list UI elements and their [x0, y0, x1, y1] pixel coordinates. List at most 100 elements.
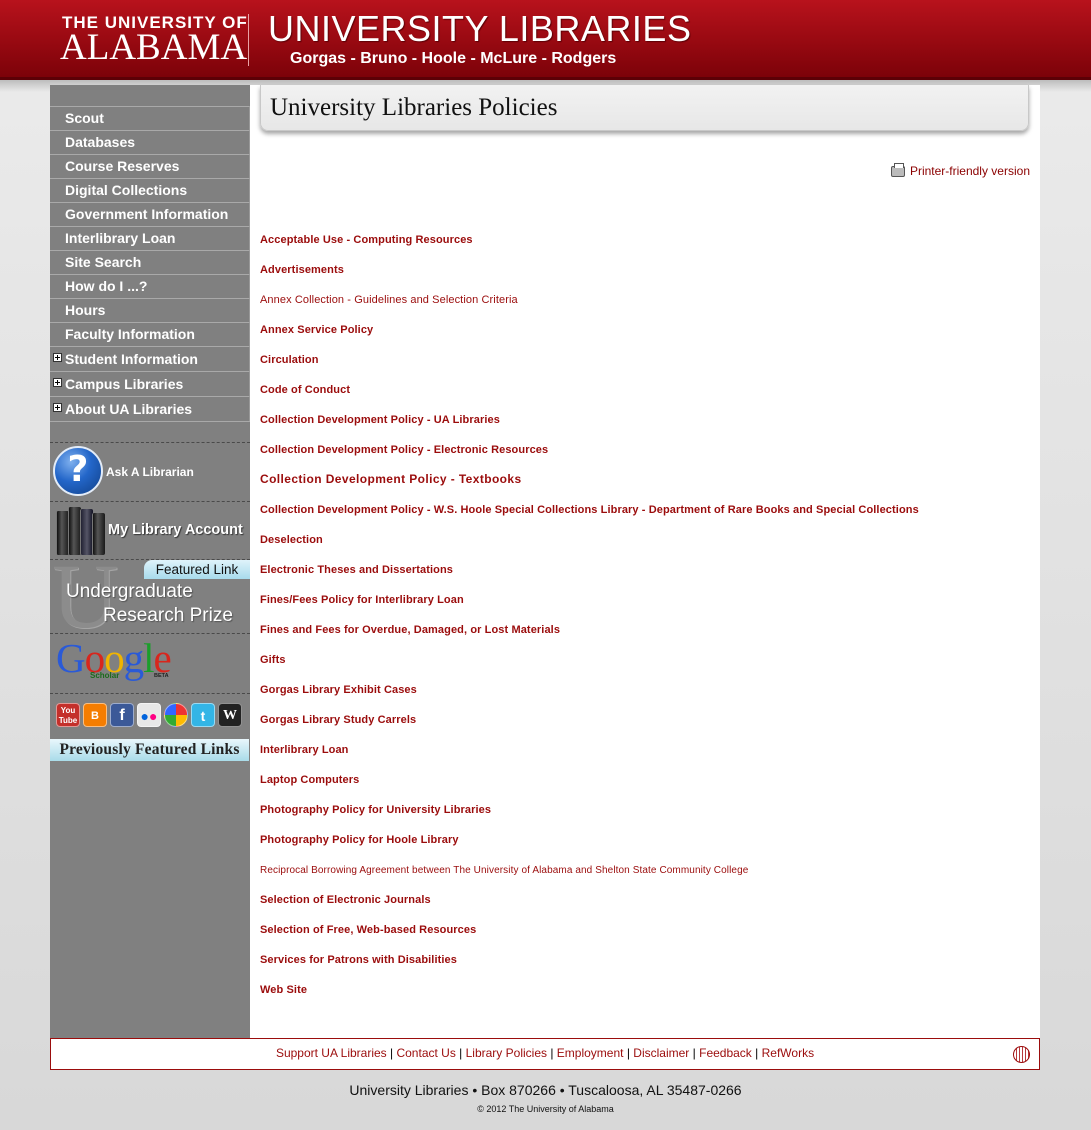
policy-link[interactable]: Fines/Fees Policy for Interlibrary Loan	[260, 594, 464, 606]
policy-link[interactable]: Acceptable Use - Computing Resources	[260, 234, 473, 246]
ask-a-librarian-link[interactable]: ? Ask A Librarian	[50, 442, 250, 502]
policy-link[interactable]: Code of Conduct	[260, 384, 350, 396]
policy-link[interactable]: Deselection	[260, 534, 323, 546]
wordpress-icon[interactable]: W	[218, 703, 242, 727]
facebook-icon[interactable]: f	[110, 703, 134, 727]
list-item: Code of Conduct	[260, 380, 1030, 410]
policy-link[interactable]: Gorgas Library Study Carrels	[260, 714, 416, 726]
policy-link[interactable]: Electronic Theses and Dissertations	[260, 564, 453, 576]
list-item: Web Site	[260, 980, 1030, 1010]
sidebar-item-scout[interactable]: Scout	[50, 106, 250, 130]
footer-link-policies[interactable]: Library Policies	[466, 1046, 547, 1060]
picasa-icon[interactable]	[164, 703, 188, 727]
policy-link[interactable]: Interlibrary Loan	[260, 744, 349, 756]
policy-link[interactable]: Annex Collection - Guidelines and Select…	[260, 294, 518, 306]
policy-link[interactable]: Circulation	[260, 354, 319, 366]
sidebar-item-label: Government Information	[65, 206, 229, 222]
policy-link[interactable]: Web Site	[260, 984, 307, 996]
list-item: Gorgas Library Exhibit Cases	[260, 680, 1030, 710]
printer-icon	[890, 163, 905, 177]
sidebar-item-label: Faculty Information	[65, 326, 195, 342]
footer-address: University Libraries • Box 870266 • Tusc…	[349, 1082, 742, 1098]
policy-link[interactable]: Advertisements	[260, 264, 344, 276]
sidebar: Scout Databases Course Reserves Digital …	[50, 85, 250, 1038]
flickr-icon[interactable]: ●●	[137, 703, 161, 727]
policy-link[interactable]: Laptop Computers	[260, 774, 359, 786]
footer-link-disclaimer[interactable]: Disclaimer	[633, 1046, 689, 1060]
sidebar-item-label: Campus Libraries	[65, 376, 184, 392]
policy-link[interactable]: Selection of Free, Web-based Resources	[260, 924, 476, 936]
google-beta-label: BETA	[154, 673, 169, 679]
policy-link[interactable]: Selection of Electronic Journals	[260, 894, 431, 906]
footer-links-bar: Support UA Libraries | Contact Us | Libr…	[50, 1038, 1040, 1070]
sidebar-item-label: Site Search	[65, 254, 142, 270]
sidebar-item-site-search[interactable]: Site Search	[50, 250, 250, 274]
list-item: Deselection	[260, 530, 1030, 560]
sidebar-item-databases[interactable]: Databases	[50, 130, 250, 154]
list-item: Circulation	[260, 350, 1030, 380]
sidebar-item-government-information[interactable]: Government Information	[50, 202, 250, 226]
sidebar-item-campus-libraries[interactable]: Campus Libraries	[50, 371, 250, 396]
expand-plus-icon[interactable]	[53, 378, 62, 387]
google-scholar-link[interactable]: Google Scholar BETA	[50, 633, 250, 693]
list-item: Annex Service Policy	[260, 320, 1030, 350]
list-item: Collection Development Policy - UA Libra…	[260, 410, 1030, 440]
sidebar-item-student-information[interactable]: Student Information	[50, 346, 250, 371]
footer-link-contact[interactable]: Contact Us	[396, 1046, 455, 1060]
libraries-title[interactable]: UNIVERSITY LIBRARIES	[268, 9, 691, 49]
list-item: Interlibrary Loan	[260, 740, 1030, 770]
policy-link[interactable]: Gifts	[260, 654, 286, 666]
featured-link-banner[interactable]: U Featured Link Undergraduate Research P…	[50, 559, 250, 633]
list-item: Gifts	[260, 650, 1030, 680]
university-seal-icon[interactable]	[1013, 1046, 1030, 1063]
ask-a-librarian-label: Ask A Librarian	[106, 465, 194, 479]
policy-link[interactable]: Collection Development Policy - Textbook…	[260, 472, 522, 486]
policy-link[interactable]: Collection Development Policy - W.S. Hoo…	[260, 504, 919, 516]
list-item: Collection Development Policy - W.S. Hoo…	[260, 500, 1030, 530]
previously-featured-links[interactable]: Previously Featured Links	[50, 739, 249, 761]
sidebar-item-hours[interactable]: Hours	[50, 298, 250, 322]
my-library-account-link[interactable]: My Library Account	[50, 501, 250, 559]
sidebar-item-digital-collections[interactable]: Digital Collections	[50, 178, 250, 202]
social-media-links: You Tube B f ●● t W	[50, 693, 250, 738]
footer-link-support[interactable]: Support UA Libraries	[276, 1046, 387, 1060]
sidebar-item-course-reserves[interactable]: Course Reserves	[50, 154, 250, 178]
expand-plus-icon[interactable]	[53, 353, 62, 362]
featured-title-line2: Research Prize	[103, 605, 233, 626]
expand-plus-icon[interactable]	[53, 403, 62, 412]
twitter-icon[interactable]: t	[191, 703, 215, 727]
question-mark-icon: ?	[53, 446, 103, 496]
footer-link-employment[interactable]: Employment	[557, 1046, 624, 1060]
sidebar-item-about-ua-libraries[interactable]: About UA Libraries	[50, 396, 250, 421]
footer-links: Support UA Libraries | Contact Us | Libr…	[275, 1046, 815, 1060]
policy-link[interactable]: Photography Policy for University Librar…	[260, 804, 491, 816]
featured-title-line1: Undergraduate	[66, 581, 193, 602]
sidebar-item-faculty-information[interactable]: Faculty Information	[50, 322, 250, 346]
blogger-icon[interactable]: B	[83, 703, 107, 727]
list-item: Reciprocal Borrowing Agreement between T…	[260, 860, 1030, 890]
policy-link[interactable]: Fines and Fees for Overdue, Damaged, or …	[260, 624, 560, 636]
sidebar-item-interlibrary-loan[interactable]: Interlibrary Loan	[50, 226, 250, 250]
policy-link[interactable]: Gorgas Library Exhibit Cases	[260, 684, 417, 696]
policy-link[interactable]: Collection Development Policy - UA Libra…	[260, 414, 500, 426]
libraries-branches: Gorgas - Bruno - Hoole - McLure - Rodger…	[290, 50, 617, 67]
footer-copyright: © 2012 The University of Alabama	[477, 1104, 614, 1114]
youtube-icon[interactable]: You Tube	[56, 703, 80, 727]
sidebar-item-how-do-i[interactable]: How do I ...?	[50, 274, 250, 298]
printer-friendly-link[interactable]: Printer-friendly version	[890, 163, 1030, 178]
my-library-account-label: My Library Account	[108, 522, 243, 538]
footer-link-feedback[interactable]: Feedback	[699, 1046, 752, 1060]
featured-link-title: Undergraduate Research Prize	[66, 580, 233, 628]
policy-link[interactable]: Services for Patrons with Disabilities	[260, 954, 457, 966]
printer-friendly-label: Printer-friendly version	[909, 164, 1030, 178]
sidebar-item-label: Interlibrary Loan	[65, 230, 176, 246]
policy-link[interactable]: Annex Service Policy	[260, 324, 373, 336]
footer-link-refworks[interactable]: RefWorks	[762, 1046, 814, 1060]
university-logo-text[interactable]: ALABAMA	[60, 28, 247, 68]
policy-link[interactable]: Reciprocal Borrowing Agreement between T…	[260, 865, 748, 876]
list-item: Photography Policy for University Librar…	[260, 800, 1030, 830]
policy-link[interactable]: Photography Policy for Hoole Library	[260, 834, 459, 846]
featured-link-tag: Featured Link	[144, 560, 250, 579]
list-item: Annex Collection - Guidelines and Select…	[260, 290, 1030, 320]
policy-link[interactable]: Collection Development Policy - Electron…	[260, 444, 548, 456]
